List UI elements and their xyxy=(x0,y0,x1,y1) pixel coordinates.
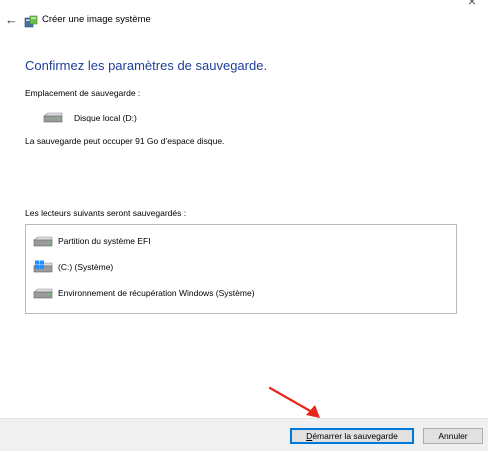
page-heading: Confirmez les paramètres de sauvegarde. xyxy=(25,58,268,73)
drives-list[interactable]: Partition du système EFI (C:) (Système) … xyxy=(25,224,457,314)
drive-icon xyxy=(33,288,53,299)
system-image-icon xyxy=(24,15,38,28)
drive-icon xyxy=(33,236,53,247)
drive-label: Environnement de récupération Windows (S… xyxy=(58,288,255,298)
drive-icon xyxy=(43,112,63,123)
drive-label: Partition du système EFI xyxy=(58,236,151,246)
start-backup-button[interactable]: Démarrer la sauvegarde xyxy=(290,428,414,444)
list-item-system-drive: (C:) (Système) xyxy=(32,260,113,274)
backup-location-value: Disque local (D:) xyxy=(74,113,137,123)
footer-bar: Démarrer la sauvegarde Annuler xyxy=(0,418,488,451)
close-icon[interactable]: × xyxy=(468,0,476,8)
window-title: Créer une image système xyxy=(42,14,151,25)
annotation-arrow-icon xyxy=(268,386,320,418)
list-item-recovery-environment: Environnement de récupération Windows (S… xyxy=(32,286,255,300)
title-bar: ← Créer une image système xyxy=(0,10,488,34)
backup-location-label: Emplacement de sauvegarde : xyxy=(25,88,141,98)
windows-drive-icon xyxy=(33,260,53,273)
cancel-button[interactable]: Annuler xyxy=(423,428,483,444)
list-item-efi-partition: Partition du système EFI xyxy=(32,234,151,248)
backup-size-text: La sauvegarde peut occuper 91 Go d’espac… xyxy=(25,136,225,146)
drive-label: (C:) (Système) xyxy=(58,262,114,272)
start-backup-label: émarrer la sauvegarde xyxy=(312,431,398,441)
drives-list-label: Les lecteurs suivants seront sauvegardés… xyxy=(25,208,187,218)
back-arrow-icon[interactable]: ← xyxy=(5,13,18,26)
backup-location: Disque local (D:) xyxy=(42,112,137,124)
